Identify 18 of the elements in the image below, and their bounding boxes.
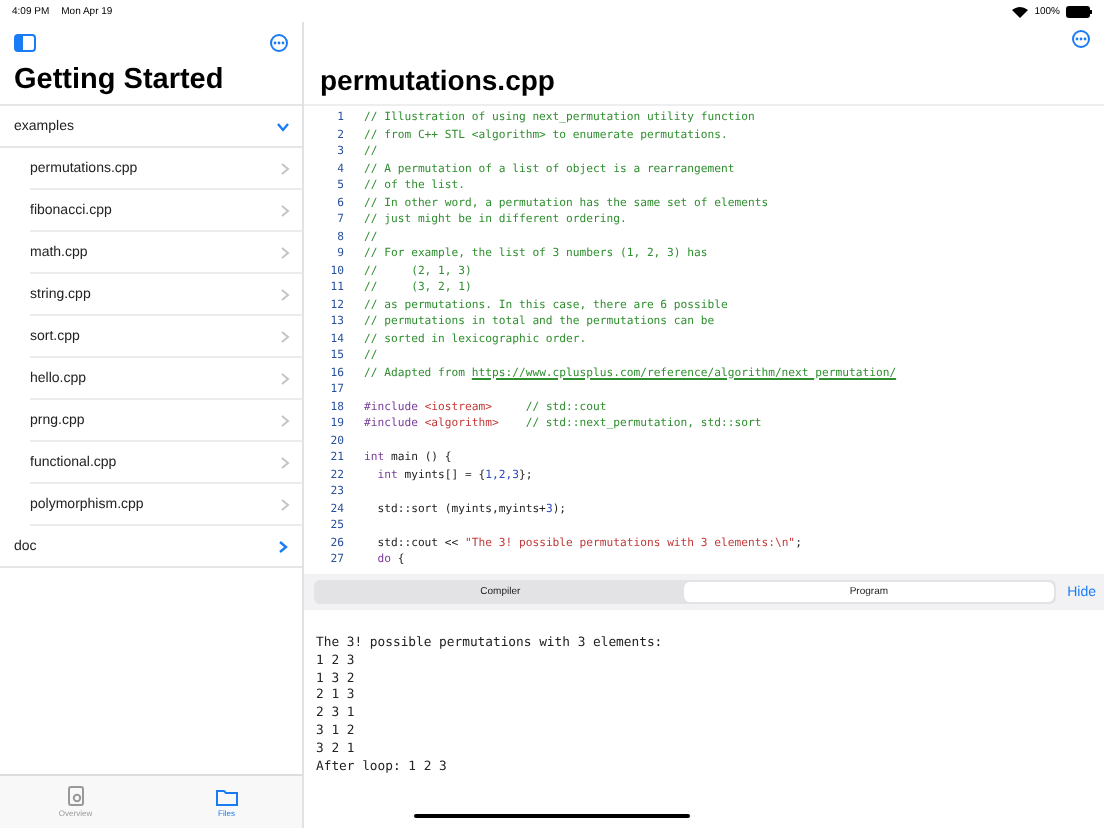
folder-icon [215,787,238,805]
chevron-icon [280,329,290,343]
file-title: permutations.cpp [318,62,557,100]
chevron-icon [280,161,290,175]
chevron-icon [280,413,290,427]
battery-icon [1066,5,1092,17]
wifi-icon [1012,5,1029,17]
more-icon[interactable] [1072,30,1090,48]
more-icon[interactable] [270,33,288,51]
chevron-icon [280,203,290,217]
chevron-icon [280,245,290,259]
chevron-icon [280,371,290,385]
chevron-icon [280,287,290,301]
chevron-icon [280,455,290,469]
sidebar-title: Getting Started [12,62,226,100]
chevron-icon [280,497,290,511]
document-search-icon [65,786,86,806]
sidebar-icon[interactable] [14,33,36,51]
